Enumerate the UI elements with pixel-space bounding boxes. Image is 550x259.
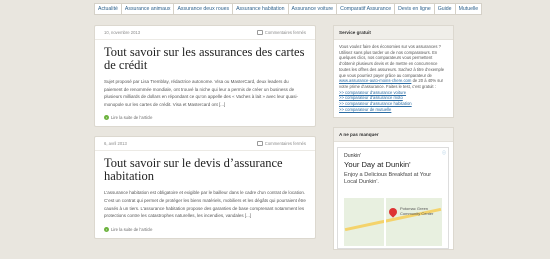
- nav-item-comparatif-assurance[interactable]: Comparatif Assurance: [337, 4, 396, 14]
- read-more-label: Lire la suite de l’article: [111, 226, 153, 232]
- post-title[interactable]: Tout savoir sur le devis d’assurance hab…: [104, 157, 306, 183]
- post-excerpt: L’assurance habitation est obligatoire e…: [104, 190, 306, 219]
- widget-title: Service gratuit: [334, 26, 453, 40]
- read-more-link[interactable]: › Lire la suite de l’article: [104, 226, 306, 232]
- post-meta: 10, novembre 2013 Commentaires fermés: [95, 26, 315, 40]
- post-card: 6, avril 2013 Commentaires fermés Tout s…: [94, 136, 316, 239]
- nav-item-assurance-habitation[interactable]: Assurance habitation: [233, 4, 289, 14]
- service-gratuit-widget: Service gratuit Vous voulez faire des éc…: [333, 25, 454, 119]
- post-title[interactable]: Tout savoir sur les assurances des carte…: [104, 46, 306, 72]
- widget-title: A ne pas manquer: [334, 128, 453, 143]
- post-comments: Commentaires fermés: [256, 30, 306, 35]
- map-road: [384, 198, 386, 247]
- sidebar: Service gratuit Vous voulez faire des éc…: [333, 25, 454, 259]
- widget-text: Vous voulez faire des économies sur vos …: [339, 44, 445, 78]
- read-more-label: Lire la suite de l’article: [111, 115, 153, 121]
- comparateur-mutuelle-link[interactable]: >> comparateur de mutuelle: [339, 107, 448, 113]
- comments-label: Commentaires fermés: [264, 30, 306, 35]
- comment-icon: [256, 30, 263, 35]
- ad-info-icon[interactable]: ⓘ: [442, 150, 446, 156]
- post-date: 10, novembre 2013: [104, 30, 141, 35]
- nav-item-actualite[interactable]: Actualité: [95, 4, 122, 14]
- top-navigation: Actualité Assurance animaux Assurance de…: [94, 3, 483, 15]
- main-content: 10, novembre 2013 Commentaires fermés To…: [94, 25, 316, 248]
- arrow-circle-icon: ›: [104, 226, 109, 232]
- map-label: Potomac Green Community Center: [400, 206, 434, 217]
- nav-item-assurance-voiture[interactable]: Assurance voiture: [289, 4, 338, 14]
- ad-description: Enjoy a Delicious Breakfast at Your Loca…: [344, 172, 432, 186]
- ad-map[interactable]: Potomac Green Community Center: [344, 198, 442, 247]
- post-meta: 6, avril 2013 Commentaires fermés: [95, 137, 315, 152]
- read-more-link[interactable]: › Lire la suite de l’article: [104, 115, 306, 121]
- post-date: 6, avril 2013: [104, 141, 127, 147]
- comments-label: Commentaires fermés: [264, 141, 306, 147]
- ad-headline[interactable]: Your Day at Dunkin': [338, 159, 448, 169]
- arrow-circle-icon: ›: [104, 115, 109, 121]
- nav-item-assurance-animaux[interactable]: Assurance animaux: [122, 4, 175, 14]
- nav-item-guide[interactable]: Guide: [435, 4, 456, 14]
- nav-item-mutuelle[interactable]: Mutuelle: [456, 4, 482, 14]
- nav-item-assurance-deux-roues[interactable]: Assurance deux roues: [174, 4, 234, 14]
- advertisement[interactable]: ⓘ Dunkin' Your Day at Dunkin' Enjoy a De…: [337, 147, 449, 250]
- ad-brand: Dunkin': [344, 153, 362, 160]
- comment-icon: [256, 141, 263, 147]
- inline-link[interactable]: www.assurance-auto-moins-chere.com: [339, 78, 411, 83]
- post-comments: Commentaires fermés: [256, 141, 306, 147]
- post-card: 10, novembre 2013 Commentaires fermés To…: [94, 25, 316, 128]
- nav-item-devis-en-ligne[interactable]: Devis en ligne: [395, 4, 435, 14]
- a-ne-pas-manquer-widget: A ne pas manquer ⓘ Dunkin' Your Day at D…: [333, 127, 454, 251]
- post-excerpt: Sujet proposé par Lisa Tremblay, rédactr…: [104, 79, 299, 107]
